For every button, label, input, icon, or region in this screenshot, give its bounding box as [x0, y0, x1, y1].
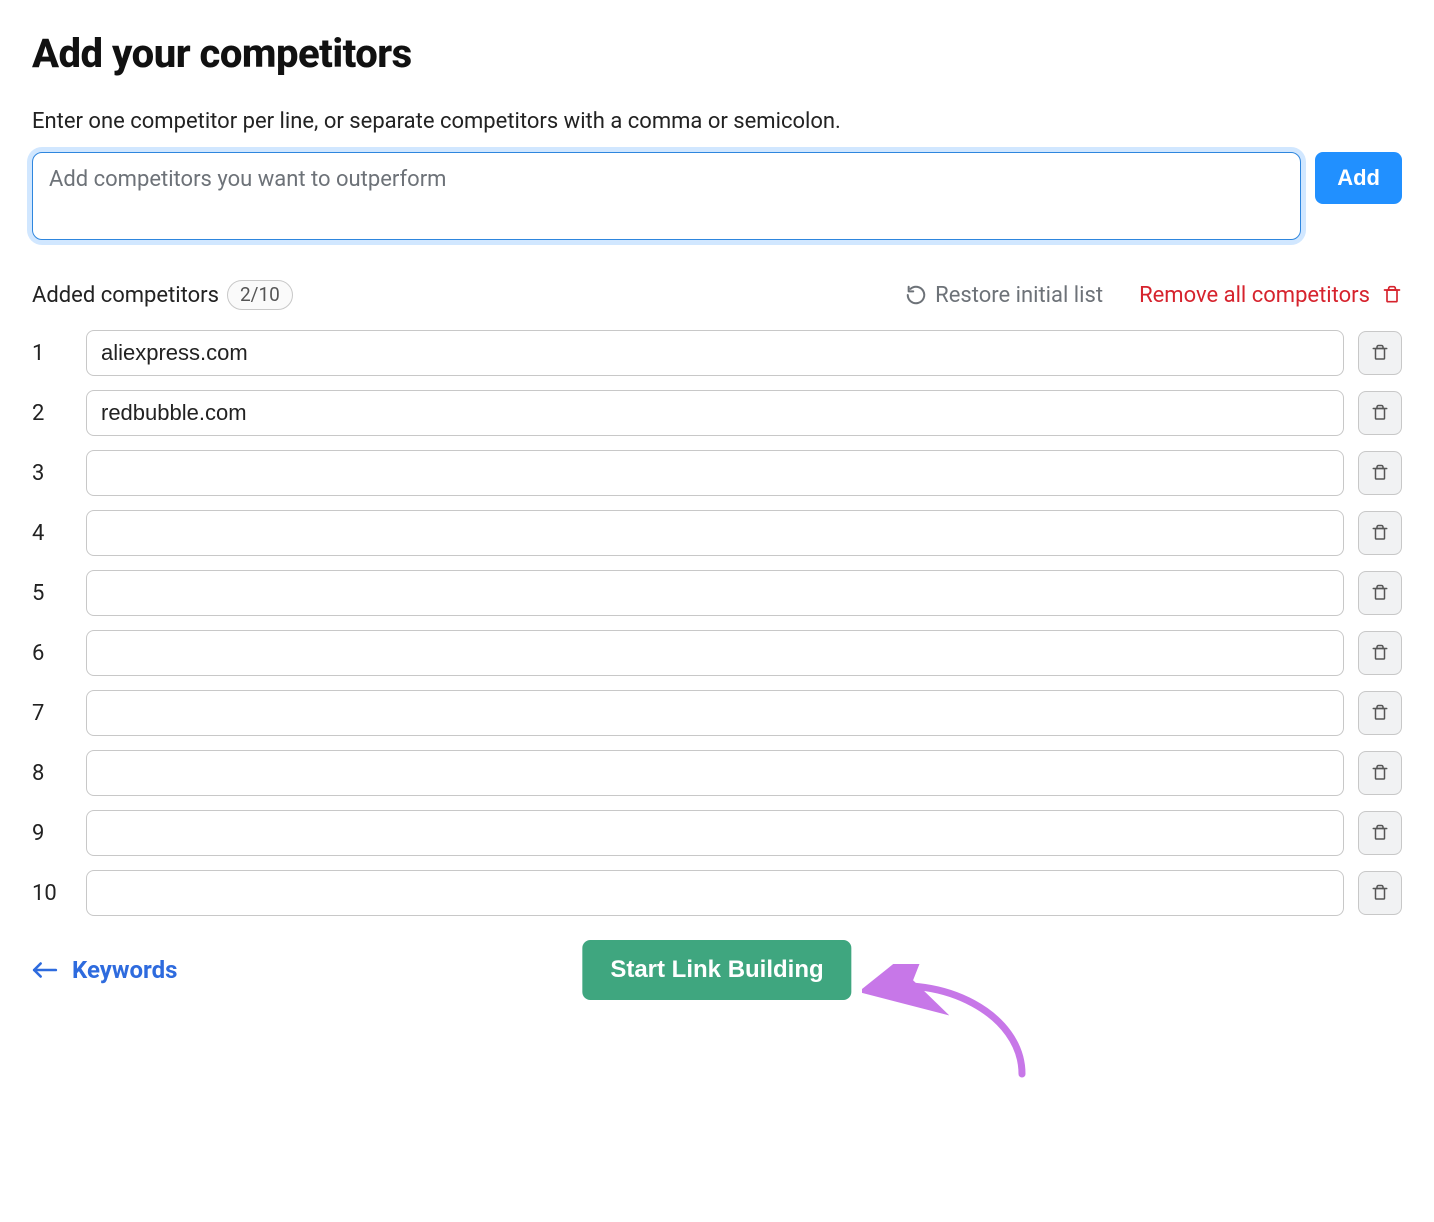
trash-icon — [1371, 463, 1389, 483]
trash-icon — [1371, 403, 1389, 423]
competitor-row: 10 — [32, 870, 1402, 916]
competitor-row: 8 — [32, 750, 1402, 796]
instructions-text: Enter one competitor per line, or separa… — [32, 109, 1402, 134]
competitor-row: 3 — [32, 450, 1402, 496]
added-competitors-label: Added competitors — [32, 283, 219, 308]
delete-row-button[interactable] — [1358, 391, 1402, 435]
competitor-input[interactable] — [35, 155, 1298, 233]
competitor-row: 6 — [32, 630, 1402, 676]
competitor-row-input[interactable] — [86, 510, 1344, 556]
row-number: 1 — [32, 341, 72, 366]
delete-row-button[interactable] — [1358, 451, 1402, 495]
delete-row-button[interactable] — [1358, 331, 1402, 375]
delete-row-button[interactable] — [1358, 511, 1402, 555]
competitor-row-input[interactable] — [86, 330, 1344, 376]
delete-row-button[interactable] — [1358, 751, 1402, 795]
competitor-row-input[interactable] — [86, 810, 1344, 856]
competitor-count-badge: 2/10 — [227, 280, 293, 310]
back-label: Keywords — [72, 956, 177, 984]
trash-icon — [1371, 523, 1389, 543]
competitor-row: 4 — [32, 510, 1402, 556]
trash-icon — [1382, 284, 1402, 306]
competitor-row: 9 — [32, 810, 1402, 856]
competitor-row-input[interactable] — [86, 690, 1344, 736]
competitor-row-input[interactable] — [86, 570, 1344, 616]
delete-row-button[interactable] — [1358, 811, 1402, 855]
trash-icon — [1371, 643, 1389, 663]
trash-icon — [1371, 883, 1389, 903]
competitor-row-input[interactable] — [86, 630, 1344, 676]
competitor-row: 5 — [32, 570, 1402, 616]
delete-row-button[interactable] — [1358, 691, 1402, 735]
row-number: 7 — [32, 701, 72, 726]
remove-all-button[interactable]: Remove all competitors — [1139, 283, 1402, 308]
competitor-row-input[interactable] — [86, 390, 1344, 436]
restore-icon — [905, 284, 927, 306]
row-number: 9 — [32, 821, 72, 846]
delete-row-button[interactable] — [1358, 571, 1402, 615]
restore-label: Restore initial list — [935, 283, 1103, 308]
row-number: 3 — [32, 461, 72, 486]
back-keywords-link[interactable]: Keywords — [32, 956, 177, 984]
row-number: 10 — [32, 881, 72, 906]
row-number: 5 — [32, 581, 72, 606]
competitor-input-row: Add — [32, 152, 1402, 240]
add-button[interactable]: Add — [1315, 152, 1402, 204]
footer: Keywords Start Link Building — [32, 956, 1402, 984]
annotation-arrow-icon — [862, 964, 1062, 1084]
arrow-left-icon — [32, 960, 58, 980]
remove-all-label: Remove all competitors — [1139, 283, 1370, 308]
competitor-row: 1 — [32, 330, 1402, 376]
competitor-input-wrapper — [32, 152, 1301, 240]
competitor-row: 2 — [32, 390, 1402, 436]
competitor-row-input[interactable] — [86, 870, 1344, 916]
trash-icon — [1371, 763, 1389, 783]
page-title: Add your competitors — [32, 30, 1402, 77]
row-number: 2 — [32, 401, 72, 426]
row-number: 6 — [32, 641, 72, 666]
trash-icon — [1371, 343, 1389, 363]
trash-icon — [1371, 583, 1389, 603]
restore-initial-list-button[interactable]: Restore initial list — [905, 283, 1103, 308]
delete-row-button[interactable] — [1358, 871, 1402, 915]
competitor-rows: 1 2 3 4 5 6 7 8 9 10 — [32, 330, 1402, 916]
competitor-row-input[interactable] — [86, 450, 1344, 496]
delete-row-button[interactable] — [1358, 631, 1402, 675]
start-link-building-button[interactable]: Start Link Building — [582, 940, 851, 1000]
trash-icon — [1371, 703, 1389, 723]
list-header: Added competitors 2/10 Restore initial l… — [32, 280, 1402, 310]
row-number: 8 — [32, 761, 72, 786]
trash-icon — [1371, 823, 1389, 843]
competitor-row: 7 — [32, 690, 1402, 736]
row-number: 4 — [32, 521, 72, 546]
competitor-row-input[interactable] — [86, 750, 1344, 796]
